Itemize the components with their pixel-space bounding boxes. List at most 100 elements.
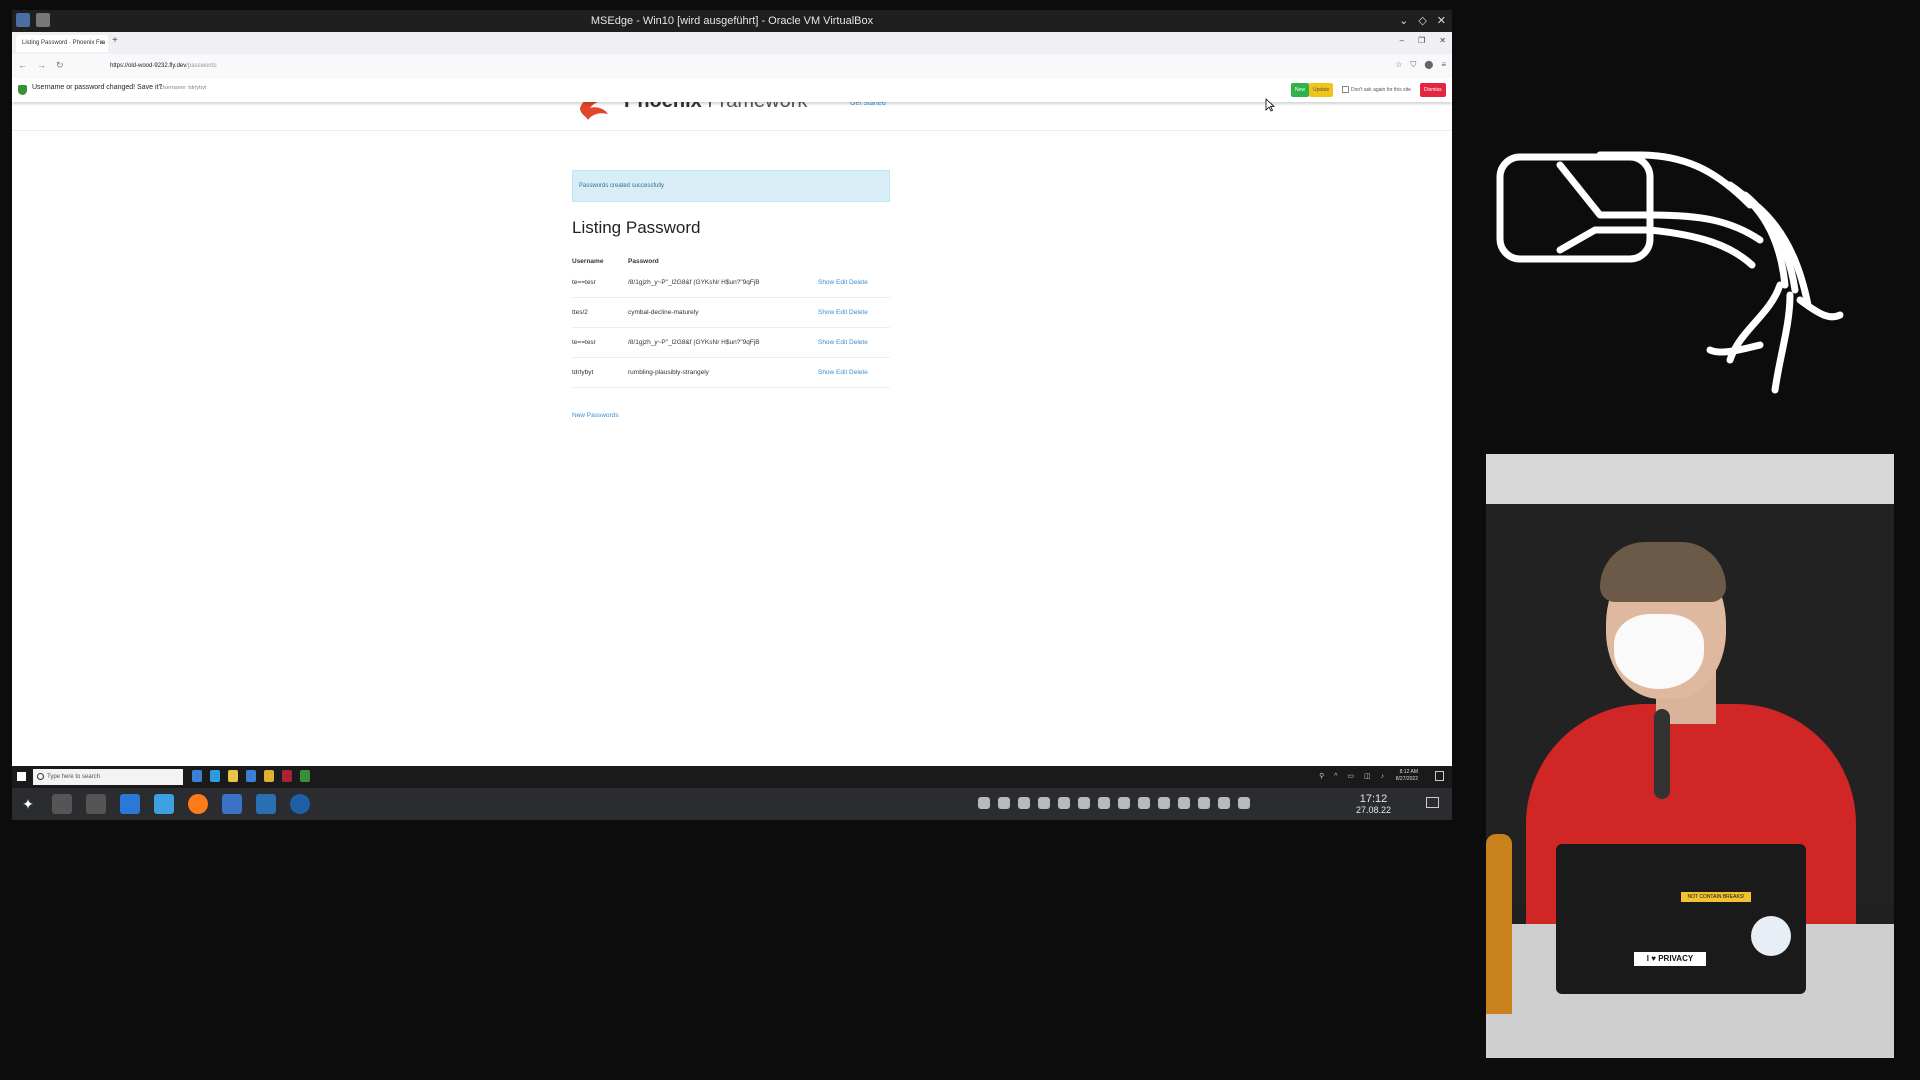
update-button[interactable]: Update <box>1309 83 1334 97</box>
volume-icon[interactable] <box>1198 797 1210 809</box>
cell-username: te==tesr <box>572 268 628 298</box>
row-action-links[interactable]: Show Edit Delete <box>817 268 890 298</box>
virtualbox-window: MSEdge - Win10 [wird ausgeführt] - Oracl… <box>12 10 1452 820</box>
task-view-icon[interactable] <box>192 770 202 782</box>
wifi-icon[interactable] <box>1218 797 1230 809</box>
pager-icon[interactable] <box>52 794 72 814</box>
shield-icon[interactable]: ⛉ <box>1410 60 1416 70</box>
store-icon[interactable] <box>246 770 256 782</box>
browser-minimize-button[interactable]: – <box>1400 36 1404 45</box>
kde-time: 17:12 <box>1359 793 1388 805</box>
row-action-links[interactable]: Show Edit Delete <box>817 327 890 358</box>
browser-tab[interactable]: Listing Password · Phoenix Fra × <box>16 35 108 52</box>
windows-taskbar: Type here to search ⚲ ^ ▭ ◫ ♪ 8:12 AM 8/… <box>12 766 1452 788</box>
windows-search-box[interactable]: Type here to search <box>33 769 183 785</box>
laptop-sticker-round <box>1751 916 1791 956</box>
browser-close-button[interactable]: ✕ <box>1439 36 1446 45</box>
shield-host-icon[interactable] <box>1038 797 1050 809</box>
mouse-cursor-icon <box>1265 98 1275 112</box>
header-divider <box>12 130 1452 131</box>
url-path: /passwords <box>186 63 217 69</box>
vbox-window-controls: ⌄ ◇ ✕ <box>1399 10 1446 32</box>
cell-password: cymbal-decline-maturely <box>628 297 818 328</box>
mail-icon[interactable] <box>264 770 274 782</box>
dolphin-icon[interactable] <box>154 794 174 814</box>
cell-password: /8/1gjzh_y~P"_l2G8&f (GYKsNr H$un?"9qFjB <box>628 268 818 298</box>
record-icon[interactable] <box>1078 797 1090 809</box>
clipboard-icon[interactable] <box>998 797 1010 809</box>
windows-tray-icons[interactable]: ⚲ ^ ▭ ◫ ♪ <box>1319 772 1388 780</box>
firefox-host-icon[interactable] <box>188 794 208 814</box>
pin-icon[interactable] <box>36 13 50 27</box>
new-button[interactable]: New <box>1291 83 1310 97</box>
bottle <box>1486 834 1512 1014</box>
windows-start-icon[interactable] <box>17 772 26 781</box>
devices-icon[interactable] <box>1138 797 1150 809</box>
laptop-sticker-privacy: I ♥ PRIVACY <box>1634 952 1706 966</box>
dont-ask-checkbox[interactable]: Don't ask again for this site <box>1342 86 1411 93</box>
menu-icon[interactable]: ≡ <box>1441 60 1446 70</box>
presentation-icon[interactable] <box>222 794 242 814</box>
clipboard-tray-icon[interactable] <box>1158 797 1170 809</box>
nav-buttons: ← → ↻ <box>18 60 64 71</box>
eye-icon[interactable] <box>1058 797 1070 809</box>
drive-icon[interactable] <box>1118 797 1130 809</box>
new-passwords-link[interactable]: New Passwords <box>572 412 619 419</box>
face-mask <box>1614 614 1704 689</box>
table-row: ttes/2 cymbal-decline-maturely Show Edit… <box>572 297 890 328</box>
expand-tray-icon[interactable] <box>1238 797 1250 809</box>
kde-system-tray <box>978 797 1250 809</box>
battery-icon[interactable] <box>1178 797 1190 809</box>
dont-ask-label: Don't ask again for this site <box>1351 86 1411 93</box>
kde-launchers: ✦ <box>18 794 310 814</box>
windows-clock[interactable]: 8:12 AM 8/27/2022 <box>1396 769 1418 783</box>
row-action-links[interactable]: Show Edit Delete <box>817 357 890 388</box>
vbox-titlebar[interactable]: MSEdge - Win10 [wird ausgeführt] - Oracl… <box>12 10 1452 32</box>
extension-icon[interactable]: ⬤ <box>1424 60 1433 70</box>
new-tab-button[interactable]: + <box>112 35 118 46</box>
password-save-username: Username: tdrtybyt <box>160 85 207 91</box>
column-header-password: Password <box>628 257 659 265</box>
file-explorer-icon[interactable] <box>228 770 238 782</box>
virtualbox-manager-icon[interactable] <box>290 794 310 814</box>
column-header-actions <box>818 254 890 268</box>
column-header-username: Username <box>572 257 604 265</box>
forward-icon[interactable]: → <box>37 60 46 71</box>
flash-alert: Passwords created successfully <box>572 170 890 202</box>
maximize-button[interactable]: ◇ <box>1418 10 1426 32</box>
firefox-icon[interactable] <box>282 770 292 782</box>
minimize-button[interactable]: ⌄ <box>1399 10 1408 32</box>
table-header: Username Password <box>572 254 890 268</box>
keepass-icon[interactable] <box>300 770 310 782</box>
close-button[interactable]: ✕ <box>1437 10 1446 32</box>
task-manager-icon[interactable] <box>86 794 106 814</box>
back-icon[interactable]: ← <box>18 60 27 71</box>
kde-clock[interactable]: 17:12 27.08.22 <box>1356 793 1391 815</box>
discover-icon[interactable] <box>120 794 140 814</box>
address-bar[interactable]: https://old-wood-9232.fly.dev/passwords <box>110 58 1346 74</box>
sync-icon[interactable] <box>1098 797 1110 809</box>
cell-password: /8/1gjzh_y~P"_l2G8&f (GYKsNr H$un?"9qFjB <box>628 327 818 358</box>
browser-restore-button[interactable]: ❐ <box>1418 36 1425 45</box>
browser-window-controls: – ❐ ✕ <box>1400 36 1446 45</box>
url-host: https://old-wood-9232.fly.dev <box>110 63 187 69</box>
bookmark-star-icon[interactable]: ☆ <box>1395 60 1402 70</box>
page-title: Listing Password <box>572 218 701 237</box>
cloud-icon[interactable] <box>978 797 990 809</box>
notifications-icon[interactable] <box>1018 797 1030 809</box>
notification-center-icon[interactable] <box>1435 771 1444 781</box>
password-manager-icon <box>18 85 27 95</box>
kde-menu-icon[interactable]: ✦ <box>18 794 38 814</box>
virtualbox-icon <box>16 13 30 27</box>
checkbox-icon[interactable] <box>1342 86 1349 93</box>
dismiss-button[interactable]: Dismiss <box>1420 83 1446 97</box>
virtualbox-vm-icon[interactable] <box>256 794 276 814</box>
reload-icon[interactable]: ↻ <box>56 60 64 71</box>
password-save-message: Username or password changed! Save it? <box>32 84 163 91</box>
browser-tools: ☆ ⛉ ⬤ ≡ <box>1395 60 1446 70</box>
show-desktop-icon[interactable] <box>1426 797 1439 808</box>
tab-close-icon[interactable]: × <box>100 35 104 52</box>
edge-icon[interactable] <box>210 770 220 782</box>
vbox-title-icons <box>16 13 50 27</box>
row-action-links[interactable]: Show Edit Delete <box>817 297 890 328</box>
